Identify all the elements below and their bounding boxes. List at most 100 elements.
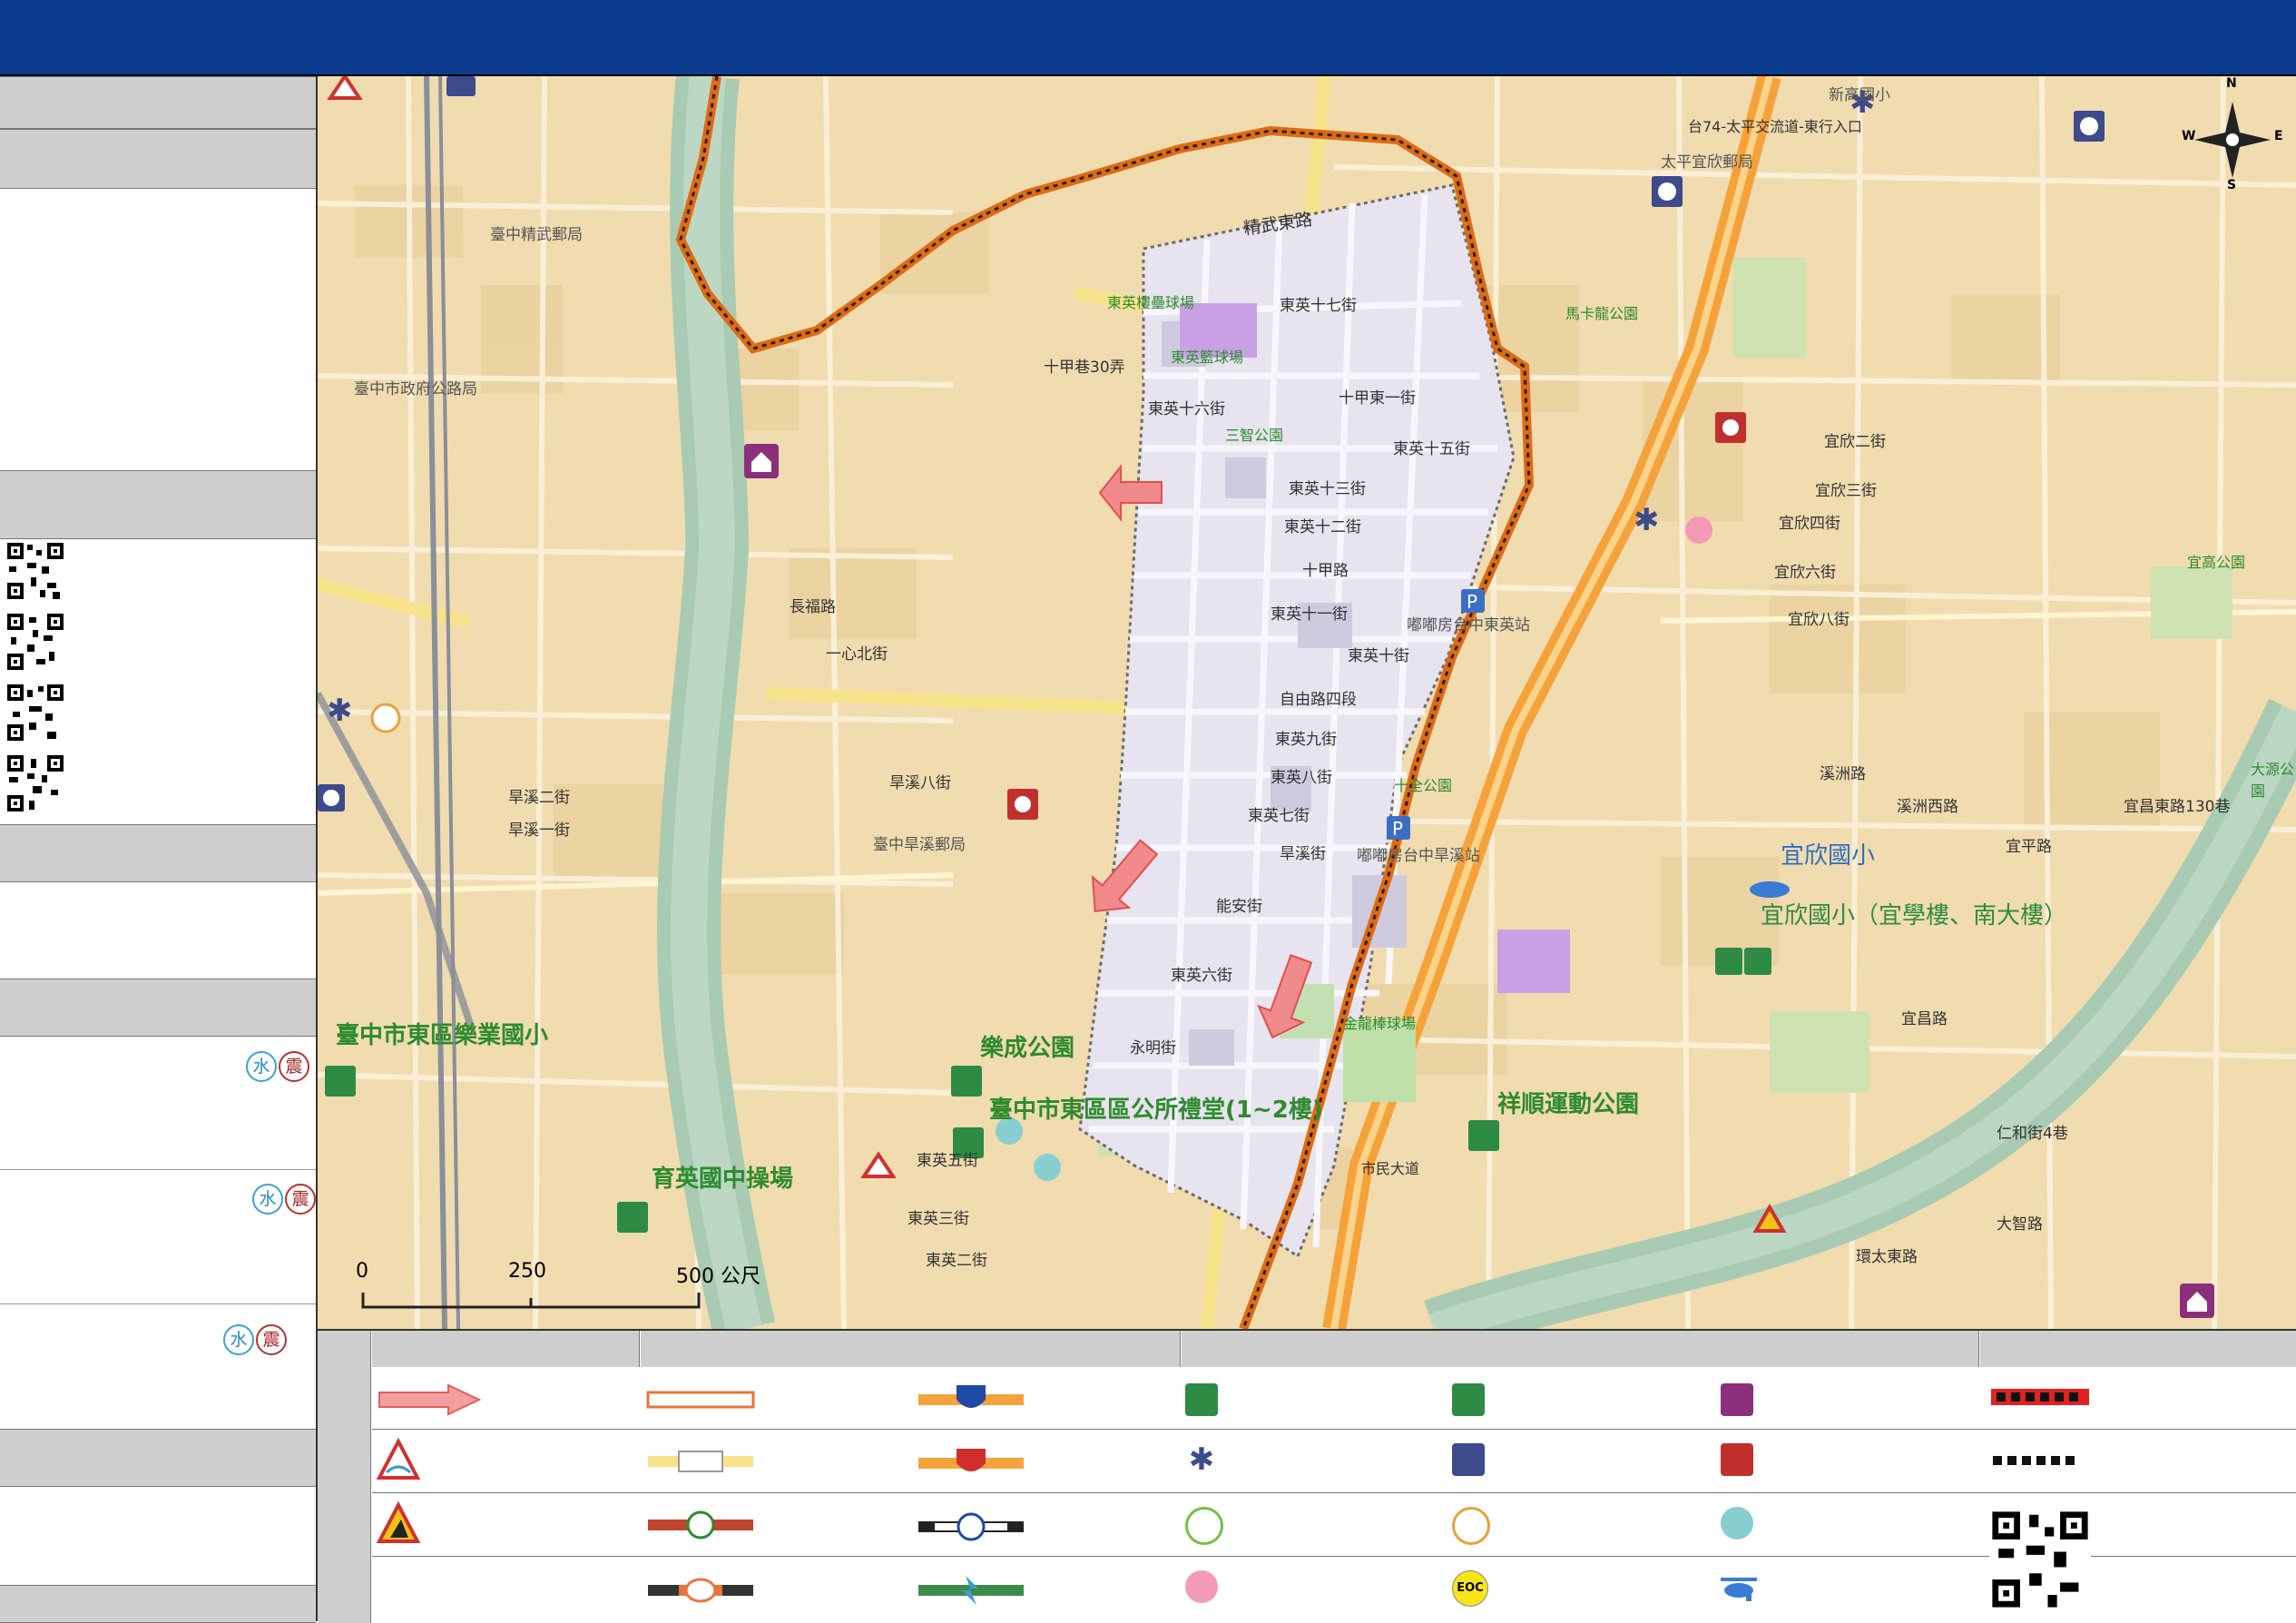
road-label: 宜欣三街 (1815, 482, 1877, 500)
road-label: 東英十五街 (1393, 440, 1470, 458)
road-label: 宜欣八街 (1788, 611, 1850, 629)
highway-line (646, 1391, 755, 1409)
scale-end-label: 500 公尺 (676, 1265, 760, 1288)
nursery-icon (1721, 1507, 1753, 1539)
school-label: 宜欣國小 (1781, 842, 1876, 870)
sidebar-section-bar-1 (0, 76, 316, 129)
road-label: 旱溪一街 (508, 821, 570, 840)
road-label: 旱溪八街 (889, 774, 951, 792)
flood-hazard-badge: 水 (252, 1184, 283, 1215)
shelter-label: 樂成公園 (980, 1035, 1075, 1062)
qr-code-icon[interactable] (5, 541, 65, 601)
road-label: 台74-太平交流道-東行入口 (1688, 118, 1862, 135)
legend-header-1 (372, 1331, 640, 1367)
legend-panel: ✱ EOC (318, 1329, 2296, 1623)
road-label: 宜欣六街 (1774, 564, 1836, 582)
earthquake-hazard-badge: 震 (285, 1184, 316, 1215)
flood-hazard-badge: 水 (246, 1051, 277, 1082)
elderly-care-icon (370, 703, 401, 733)
village-office-icon (1721, 1383, 1753, 1416)
road-label: 東英六街 (1171, 967, 1232, 985)
sidebar-divider (0, 1169, 316, 1170)
shelter-label: 祥順運動公園 (1497, 1091, 1640, 1118)
poi-label: 太平宜欣郵局 (1661, 153, 1753, 172)
qr-code-icon[interactable] (5, 753, 65, 813)
sidebar-section-bar-5 (0, 979, 316, 1037)
poi-label: 新高國小 (1829, 86, 1890, 104)
poi-label: 臺中市政府公路局 (354, 380, 477, 398)
road-label: 旱溪二街 (508, 789, 570, 807)
road-label: 溪洲西路 (1897, 798, 1958, 816)
road-label: 東英九街 (1275, 731, 1337, 749)
earthquake-hazard-badge: 震 (279, 1051, 309, 1082)
park-label: 三智公園 (1225, 427, 1284, 444)
expressway-line (648, 1451, 753, 1472)
ambulance-star-icon: ✱ (1188, 1441, 1215, 1478)
park-label: 大源公園 (2251, 761, 2295, 800)
fire-station-icon[interactable] (1007, 789, 1038, 820)
police-icon[interactable] (446, 76, 476, 96)
helicopter-icon (1750, 881, 1790, 898)
village-office-icon[interactable] (744, 444, 779, 478)
svg-text:✱: ✱ (327, 693, 353, 729)
police-icon (1452, 1443, 1485, 1476)
road-label: 環太東路 (1856, 1248, 1918, 1266)
road-label: 東英三街 (908, 1210, 969, 1228)
road-label: 宜欣二街 (1824, 433, 1886, 451)
park-label: 馬卡龍公園 (1565, 305, 1639, 322)
svg-text:✱: ✱ (1634, 502, 1660, 538)
svg-text:P: P (1467, 591, 1477, 613)
legend-header-2 (641, 1331, 1181, 1367)
disabled-care-icon (1185, 1507, 1223, 1545)
evacuation-map[interactable]: ✱ ✱ ✱ P P N S W E 0 250 500 公尺 臺中市東區樂業國小… (318, 76, 2296, 1329)
road-label: 市民大道 (1361, 1160, 1420, 1177)
road-label: 宜欣四街 (1779, 515, 1840, 533)
sidebar-section-bar-3 (0, 470, 316, 539)
road-label: 能安街 (1216, 898, 1262, 916)
village-boundary-black (1993, 1456, 2075, 1465)
village-office-icon[interactable] (2180, 1284, 2214, 1318)
compass-w-label: W (2182, 129, 2196, 143)
road-label: 長福路 (790, 598, 836, 616)
road-label: 東英五街 (917, 1152, 978, 1170)
road-label: 宜昌東路130巷 (2124, 798, 2231, 816)
landslide-warning-icon (376, 1501, 421, 1543)
school-label: 宜欣國小（宜學樓、南大樓） (1761, 902, 2068, 930)
police-icon[interactable] (2074, 111, 2105, 142)
tsunami-warning-icon (376, 1438, 421, 1480)
qr-code-icon[interactable] (5, 683, 65, 743)
qr-code-icon[interactable] (5, 612, 65, 672)
rail-station-icon (918, 1512, 1024, 1541)
indoor-shelter-icon (1452, 1383, 1485, 1416)
sidebar-section-bar-7 (0, 1585, 316, 1623)
park-label: 宜高公園 (2187, 554, 2246, 571)
legend-row-divider (372, 1492, 2296, 1493)
scale-mid-label: 250 (508, 1260, 546, 1283)
svg-text:P: P (1392, 818, 1403, 840)
earthquake-hazard-badge: 震 (256, 1324, 287, 1355)
road-label: 東英十七街 (1280, 297, 1357, 315)
road-label: 十甲東一街 (1339, 389, 1416, 408)
legend-header-3 (1182, 1331, 1979, 1367)
scale-zero-label: 0 (356, 1260, 368, 1283)
road-label: 旱溪街 (1280, 845, 1326, 863)
evacuation-arrow-icon (378, 1383, 482, 1416)
road-label: 東英十一街 (1271, 605, 1348, 624)
national-highway-line (918, 1385, 1024, 1408)
road-label: 東英十六街 (1148, 400, 1225, 418)
district-boundary-red (1991, 1389, 2089, 1405)
police-icon[interactable] (1652, 176, 1683, 207)
social-welfare-icon (1185, 1570, 1218, 1603)
qr-code-icon[interactable] (1989, 1509, 2091, 1610)
legend-side-tab (318, 1331, 371, 1623)
road-label: 十甲巷30弄 (1044, 359, 1125, 377)
fire-station-icon[interactable] (1715, 412, 1746, 443)
police-icon[interactable] (318, 784, 345, 812)
compass-s-label: S (2227, 178, 2237, 192)
park-label: 東英籃球場 (1171, 349, 1244, 366)
shelter-label: 臺中市東區區公所禮堂(1~2樓) (989, 1097, 1323, 1124)
road-label: 東英十二街 (1284, 518, 1361, 536)
helicopter-icon (1721, 1578, 1757, 1601)
road-label: 仁和街4巷 (1997, 1125, 2068, 1143)
road-label: 東英十三街 (1289, 480, 1366, 498)
